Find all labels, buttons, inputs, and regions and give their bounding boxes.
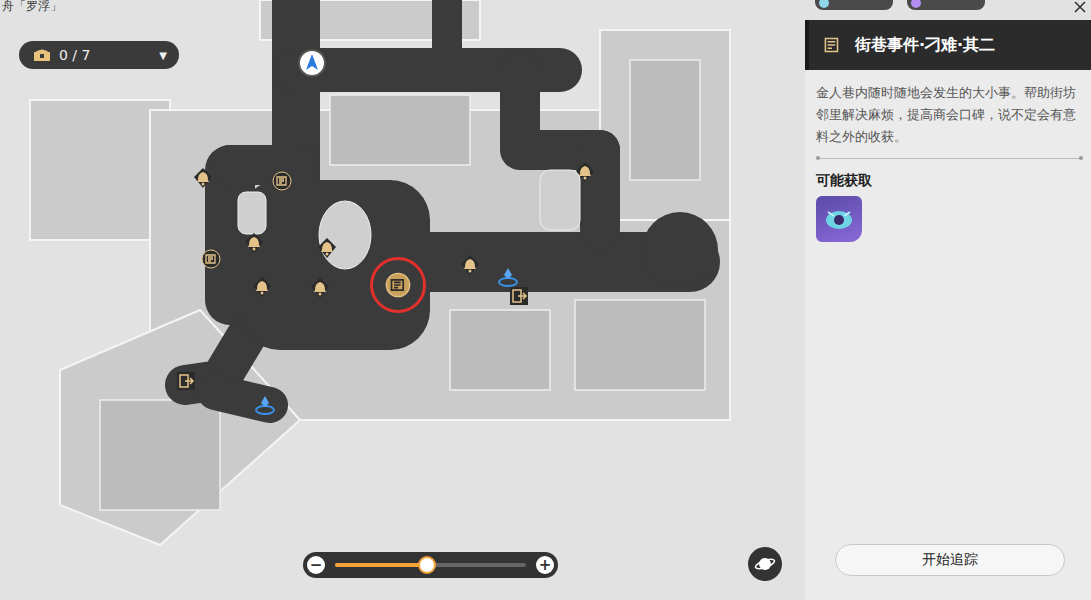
shop-pin[interactable] [310, 277, 330, 299]
close-icon[interactable] [1073, 0, 1087, 14]
zoom-knob[interactable] [418, 556, 436, 574]
event-pin[interactable] [201, 249, 221, 269]
zoom-control: − + [303, 552, 558, 578]
zoom-fill [335, 563, 427, 567]
side-panel: 街巷事件·刁难·其二 金人巷内随时随地会发生的大小事。帮助街坊邻里解决麻烦，提高… [805, 0, 1091, 600]
reward-item[interactable] [816, 196, 862, 242]
shop-pin[interactable] [575, 161, 595, 183]
exit-icon [509, 286, 529, 306]
dropdown-caret: ▼ [159, 50, 167, 61]
rewards-label: 可能获取 [816, 172, 1083, 190]
bell-icon [310, 277, 330, 299]
zoom-in-button[interactable]: + [536, 556, 554, 574]
divider [816, 156, 1083, 160]
shop-pin[interactable] [252, 276, 272, 298]
event-icon [821, 34, 843, 56]
map-screen: 舟「罗浮」 0 / 7 ▼ − + 街巷事件·刁难·其二 金人巷内随时随地会发生… [0, 0, 1091, 600]
zoom-out-button[interactable]: − [307, 556, 325, 574]
event-icon [201, 249, 221, 269]
teleport-pin[interactable] [254, 394, 276, 416]
bell-icon [252, 276, 272, 298]
shop-pin[interactable] [244, 232, 264, 254]
panel-header: 街巷事件·刁难·其二 [805, 20, 1091, 70]
exit-pin[interactable] [509, 286, 529, 306]
chest-count: 0 / 7 [59, 47, 151, 63]
currency-bar [805, 0, 1091, 20]
track-button[interactable]: 开始追踪 [835, 544, 1065, 576]
reward-icon [822, 202, 856, 236]
bell-icon [193, 167, 213, 189]
panel-description: 金人巷内随时随地会发生的大小事。帮助街坊邻里解决麻烦，提高商会口碑，说不定会有意… [816, 82, 1083, 148]
bell-icon [317, 237, 337, 259]
currency-pill [815, 0, 893, 10]
shop-pin[interactable] [317, 237, 337, 259]
event-pin[interactable] [385, 272, 411, 298]
bell-icon [575, 161, 595, 183]
bell-icon [244, 232, 264, 254]
teleport-icon [254, 394, 276, 416]
planet-icon [754, 553, 776, 575]
currency-pill [907, 0, 985, 10]
shop-pin[interactable] [193, 167, 213, 189]
map-terrain [0, 0, 805, 600]
selected-ring [370, 257, 426, 313]
panel-title: 街巷事件·刁难·其二 [855, 35, 995, 56]
player-arrow-icon [297, 48, 327, 78]
teleport-pin[interactable] [497, 266, 519, 288]
exit-icon [176, 371, 196, 391]
chest-icon [33, 48, 51, 62]
event-pin[interactable] [272, 171, 292, 191]
teleport-icon [497, 266, 519, 288]
map[interactable]: 舟「罗浮」 0 / 7 ▼ − + [0, 0, 805, 600]
event-icon [385, 272, 411, 298]
region-name: 舟「罗浮」 [2, 0, 62, 15]
event-icon [272, 171, 292, 191]
zoom-slider[interactable] [335, 563, 526, 567]
bell-icon [460, 254, 480, 276]
chest-counter[interactable]: 0 / 7 ▼ [19, 41, 179, 69]
exit-pin[interactable] [176, 371, 196, 391]
shop-pin[interactable] [460, 254, 480, 276]
player-pin[interactable] [297, 48, 327, 78]
world-switch-button[interactable] [748, 547, 782, 581]
